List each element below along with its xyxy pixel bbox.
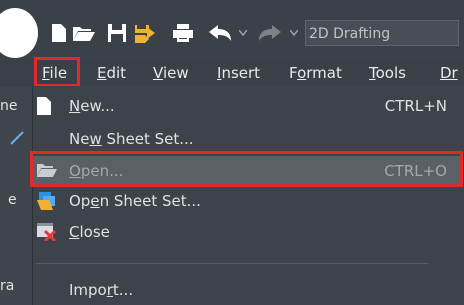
new-document-icon <box>37 97 57 115</box>
menu-item-import[interactable]: Import... <box>33 275 461 305</box>
close-document-icon <box>37 223 57 243</box>
left-panel-text: ra <box>0 278 15 294</box>
open-item-highlight <box>30 151 463 187</box>
open-folder-icon[interactable] <box>72 22 96 44</box>
new-icon[interactable] <box>50 22 68 44</box>
menu-item-shortcut: CTRL+N <box>384 97 447 115</box>
menu-item-label: Import... <box>69 281 134 299</box>
menu-insert[interactable]: Insert <box>217 60 260 86</box>
redo-icon[interactable] <box>258 22 282 44</box>
menu-item-label: New Sheet Set... <box>69 130 194 148</box>
menu-item-label: Open Sheet Set... <box>69 192 201 210</box>
menu-item-new-sheet-set[interactable]: New Sheet Set... <box>33 124 461 154</box>
menu-draw[interactable]: Dr <box>440 60 458 86</box>
menu-view[interactable]: View <box>153 60 189 86</box>
left-panel-strip: ne e ra <box>0 86 32 305</box>
save-icon[interactable] <box>106 22 128 44</box>
left-panel-text: ne <box>0 98 18 114</box>
save-as-icon[interactable] <box>134 22 156 44</box>
undo-dropdown-icon[interactable] <box>238 22 248 44</box>
quick-access-toolbar: 2D Drafting <box>0 0 464 60</box>
workspace-selector[interactable]: 2D Drafting <box>305 20 459 46</box>
menu-item-open-sheet-set[interactable]: Open Sheet Set... <box>33 186 461 216</box>
pen-tool-icon[interactable] <box>10 130 24 149</box>
open-sheet-set-icon <box>37 192 57 210</box>
menu-edit[interactable]: Edit <box>97 60 126 86</box>
menu-format[interactable]: Format <box>289 60 342 86</box>
file-menu-dropdown: New... CTRL+N New Sheet Set... Open... C… <box>32 86 464 305</box>
redo-dropdown-icon[interactable] <box>289 22 299 44</box>
menu-item-close[interactable]: Close <box>33 217 461 247</box>
print-icon[interactable] <box>172 22 194 44</box>
menu-item-new[interactable]: New... CTRL+N <box>33 91 461 121</box>
menu-item-label: Close <box>69 223 110 241</box>
left-panel-text: e <box>8 192 17 208</box>
menu-separator <box>36 263 428 264</box>
cad-application: 2D Drafting File Edit View Insert Format… <box>0 0 464 305</box>
file-menu-highlight <box>34 57 80 87</box>
undo-icon[interactable] <box>208 22 232 44</box>
menu-item-label: New... <box>69 97 115 115</box>
menu-tools[interactable]: Tools <box>369 60 406 86</box>
